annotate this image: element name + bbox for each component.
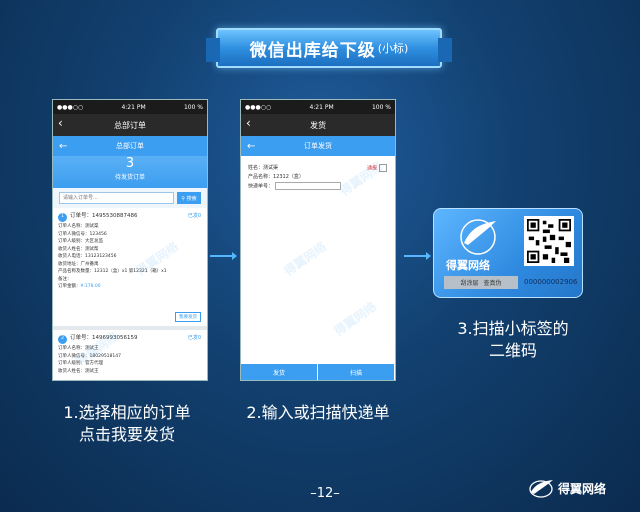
step3-line2: 二维码 — [488, 341, 537, 360]
flow-arrow-icon — [404, 252, 431, 260]
battery-level: 100 % — [371, 103, 391, 111]
search-row: ⚲ 搜索 — [53, 188, 207, 208]
order-line: 收货地址：广州番禺 — [58, 261, 99, 267]
order-header: 2 订单号：1496993056159 — [58, 333, 202, 345]
step3-line1: 3.扫描小标签的 — [457, 319, 569, 338]
order-amount: ¥:178.00 — [80, 284, 101, 289]
order-search-input[interactable] — [59, 192, 174, 204]
status-time: 4:21 PM — [121, 103, 146, 111]
page-number: –12– — [310, 486, 340, 501]
status-time: 4:21 PM — [309, 103, 334, 111]
nav-bar: ‹ 总部订单 — [53, 114, 207, 136]
watermark-text: 得翼网络 — [281, 239, 329, 279]
pending-summary: 3 待发货订单 — [53, 156, 207, 188]
order-line: 订单人级别：大区总监 — [58, 239, 103, 244]
footer-brand-name: 得翼网络 — [558, 481, 607, 496]
scratch-text-a: 刮涂层 — [460, 280, 479, 287]
order-line: 订单人微信号：123456 — [58, 231, 107, 237]
order-line: 产品名称及数量：12312（盒）x1 第12321（箱）x1 — [58, 269, 167, 274]
ship-order-button[interactable]: 我要发货 — [175, 312, 201, 322]
sub-header: ← 总部订单 — [53, 136, 207, 156]
step1-line1: 1.选择相应的订单 — [63, 403, 191, 422]
order-amount-label: 订单金额： — [58, 284, 81, 289]
watermark-text: 得翼网络 — [331, 299, 379, 339]
slide-title-banner: 微信出库给下级 (小标) — [206, 28, 452, 68]
order-status: 已发0 — [187, 335, 201, 341]
phone-screen-orders: ●●●○○ 4:21 PM 100 % ‹ 总部订单 ← 总部订单 3 待发货订… — [52, 99, 208, 381]
pending-label: 待发货订单 — [114, 174, 145, 181]
label-serial: 000000002906 — [524, 278, 578, 286]
step2-caption: 2.输入或扫描快递单 — [232, 402, 404, 424]
step1-caption: 1.选择相应的订单 点击我要发货 — [52, 402, 202, 446]
back-arrow-icon[interactable]: ← — [59, 141, 67, 152]
back-arrow-icon[interactable]: ← — [247, 141, 255, 152]
order-line: 订单人级别：官方代理 — [58, 361, 103, 366]
product-line: 产品名称：12312（盒） — [248, 174, 304, 180]
order-number: 订单号：1495530887486 — [70, 213, 138, 220]
status-bar: ●●●○○ 4:21 PM 100 % — [241, 100, 395, 114]
carrier-signal: ●●●○○ — [245, 103, 272, 111]
order-line: 订单人名称：测试渠 — [58, 224, 99, 229]
battery-level: 100 % — [183, 103, 203, 111]
order-index-badge: 2 — [58, 334, 67, 344]
nav-bar: ‹ 发货 — [241, 114, 395, 136]
order-amount-row: 订单金额：¥:178.00 — [58, 283, 202, 291]
urgent-checkbox[interactable] — [379, 164, 387, 172]
back-chevron-icon[interactable]: ‹ — [58, 116, 63, 130]
order-card[interactable]: 2 订单号：1496993056159 已发0 订单人名称：测试王 订单人微信号… — [53, 330, 207, 378]
order-line: 订单人名称：测试王 — [58, 346, 99, 351]
order-card[interactable]: 1 订单号：1495530887486 已发0 订单人名称：测试渠 订单人微信号… — [53, 208, 207, 330]
wing-logo-icon — [460, 219, 496, 255]
sub-header-title: 订单发货 — [304, 142, 332, 150]
pending-count: 3 — [125, 156, 135, 171]
search-icon: ⚲ — [181, 195, 186, 202]
ribbon-left — [206, 38, 220, 62]
slide-title: 微信出库给下级 — [249, 40, 376, 61]
ribbon-right — [438, 38, 452, 62]
anti-fake-label-card: 得翼网络 刮涂层 查真伪 000000002906 — [433, 208, 583, 298]
ship-button[interactable]: 发货 — [241, 364, 318, 380]
sub-header: ← 订单发货 — [241, 136, 395, 156]
phone-screen-ship: ●●●○○ 4:21 PM 100 % ‹ 发货 ← 订单发货 姓名：测试渠 产… — [240, 99, 396, 381]
nav-title: 总部订单 — [114, 120, 146, 130]
tracking-row: 快递单号： — [248, 182, 388, 192]
order-status: 已发0 — [187, 213, 201, 219]
flow-arrow-icon — [210, 252, 237, 260]
urgent-label: 通报 — [366, 165, 377, 172]
step3-caption: 3.扫描小标签的 二维码 — [438, 318, 588, 362]
order-number: 订单号：1496993056159 — [70, 335, 138, 342]
order-line: 订单人微信号：18029518147 — [58, 353, 121, 359]
order-index-badge: 1 — [58, 212, 67, 222]
scratch-area: 刮涂层 查真伪 — [444, 276, 518, 289]
order-line: 备注： — [58, 276, 72, 282]
slide-subtitle: (小标) — [377, 42, 409, 55]
back-chevron-icon[interactable]: ‹ — [246, 116, 251, 130]
order-line: 收货人电话：13123123456 — [58, 254, 117, 259]
order-line: 收货人姓名：测试帮 — [58, 246, 99, 252]
step2-line: 2.输入或扫描快递单 — [246, 403, 390, 422]
search-button[interactable]: ⚲ 搜索 — [177, 192, 201, 204]
footer-logo: 得翼网络 — [528, 478, 606, 498]
tracking-number-input[interactable] — [274, 182, 341, 190]
search-button-label: 搜索 — [186, 195, 197, 202]
sub-header-title: 总部订单 — [116, 142, 144, 150]
bottom-action-bar: 发货 扫描 — [241, 364, 395, 380]
order-line: 收货人姓名：测试王 — [58, 368, 99, 374]
order-header: 1 订单号：1495530887486 — [58, 211, 202, 223]
brand-wing-icon — [529, 480, 553, 498]
label-brand: 得翼网络 — [446, 259, 490, 272]
carrier-signal: ●●●○○ — [57, 103, 84, 111]
step1-line2: 点击我要发货 — [78, 425, 175, 444]
qr-code-icon[interactable] — [524, 216, 574, 266]
scratch-text-b: 查真伪 — [483, 280, 502, 287]
ship-form: 姓名：测试渠 产品名称：12312（盒） 快递单号： 通报 — [241, 156, 395, 200]
nav-title: 发货 — [310, 120, 326, 130]
status-bar: ●●●○○ 4:21 PM 100 % — [53, 100, 207, 114]
tracking-label: 快递单号： — [248, 183, 274, 190]
scan-button[interactable]: 扫描 — [318, 364, 395, 380]
urgent-toggle[interactable]: 通报 — [367, 164, 387, 174]
